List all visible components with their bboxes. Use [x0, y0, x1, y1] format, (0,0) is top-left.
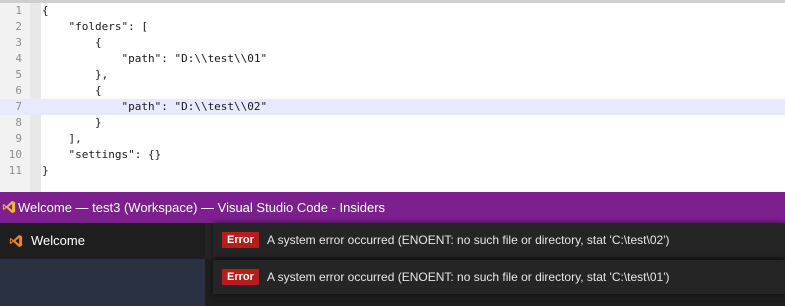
code-text: {: [42, 4, 49, 17]
line-number: 5: [15, 68, 22, 81]
code-text: {: [42, 36, 102, 49]
vscode-insiders-logo-icon: [2, 200, 16, 214]
code-line[interactable]: 4 "path": "D:\\test\\01": [0, 51, 785, 67]
tab-welcome[interactable]: Welcome: [0, 223, 205, 259]
code-line[interactable]: 5 },: [0, 67, 785, 83]
window-title: Welcome — test3 (Workspace) — Visual Stu…: [18, 200, 386, 215]
error-notification[interactable]: Error A system error occurred (ENOENT: n…: [213, 223, 785, 257]
notification-message: A system error occurred (ENOENT: no such…: [267, 233, 670, 247]
code-text: "path": "D:\\test\\01": [42, 52, 268, 65]
code-text: "settings": {}: [42, 148, 162, 161]
json-editor[interactable]: 1{ 2 "folders": [ 3 { 4 "path": "D:\\tes…: [0, 0, 785, 192]
line-number: 10: [8, 148, 22, 161]
code-line[interactable]: 6 {: [0, 83, 785, 99]
code-text: },: [42, 68, 109, 81]
code-text: }: [42, 116, 102, 129]
tab-label: Welcome: [31, 233, 85, 248]
code-line[interactable]: 3 {: [0, 35, 785, 51]
line-number: 3: [15, 36, 22, 49]
code-text: {: [42, 84, 102, 97]
code-lines: 1{ 2 "folders": [ 3 { 4 "path": "D:\\tes…: [0, 3, 785, 179]
code-line[interactable]: 10 "settings": {}: [0, 147, 785, 163]
line-number: 8: [15, 116, 22, 129]
line-number: 1: [15, 4, 22, 17]
code-line[interactable]: 1{: [0, 3, 785, 19]
notification-message: A system error occurred (ENOENT: no such…: [267, 270, 670, 284]
vscode-insiders-logo-icon: [9, 234, 23, 248]
code-text: ],: [42, 132, 82, 145]
error-notification[interactable]: Error A system error occurred (ENOENT: n…: [213, 260, 785, 294]
code-text: "path": "D:\\test\\02": [42, 100, 268, 113]
error-badge: Error: [222, 232, 259, 248]
line-number: 9: [15, 132, 22, 145]
line-number: 7: [15, 100, 22, 113]
line-number: 2: [15, 20, 22, 33]
line-number: 11: [8, 164, 22, 177]
code-line[interactable]: 2 "folders": [: [0, 19, 785, 35]
code-line[interactable]: 8 }: [0, 115, 785, 131]
code-text: "folders": [: [42, 20, 148, 33]
error-badge: Error: [222, 269, 259, 285]
code-line[interactable]: 11}: [0, 163, 785, 179]
welcome-page-area: [0, 259, 205, 306]
window-titlebar[interactable]: Welcome — test3 (Workspace) — Visual Stu…: [0, 192, 785, 223]
code-line-active[interactable]: 7 "path": "D:\\test\\02": [0, 99, 785, 115]
line-number: 4: [15, 52, 22, 65]
code-text: }: [42, 164, 49, 177]
line-number: 6: [15, 84, 22, 97]
code-line[interactable]: 9 ],: [0, 131, 785, 147]
